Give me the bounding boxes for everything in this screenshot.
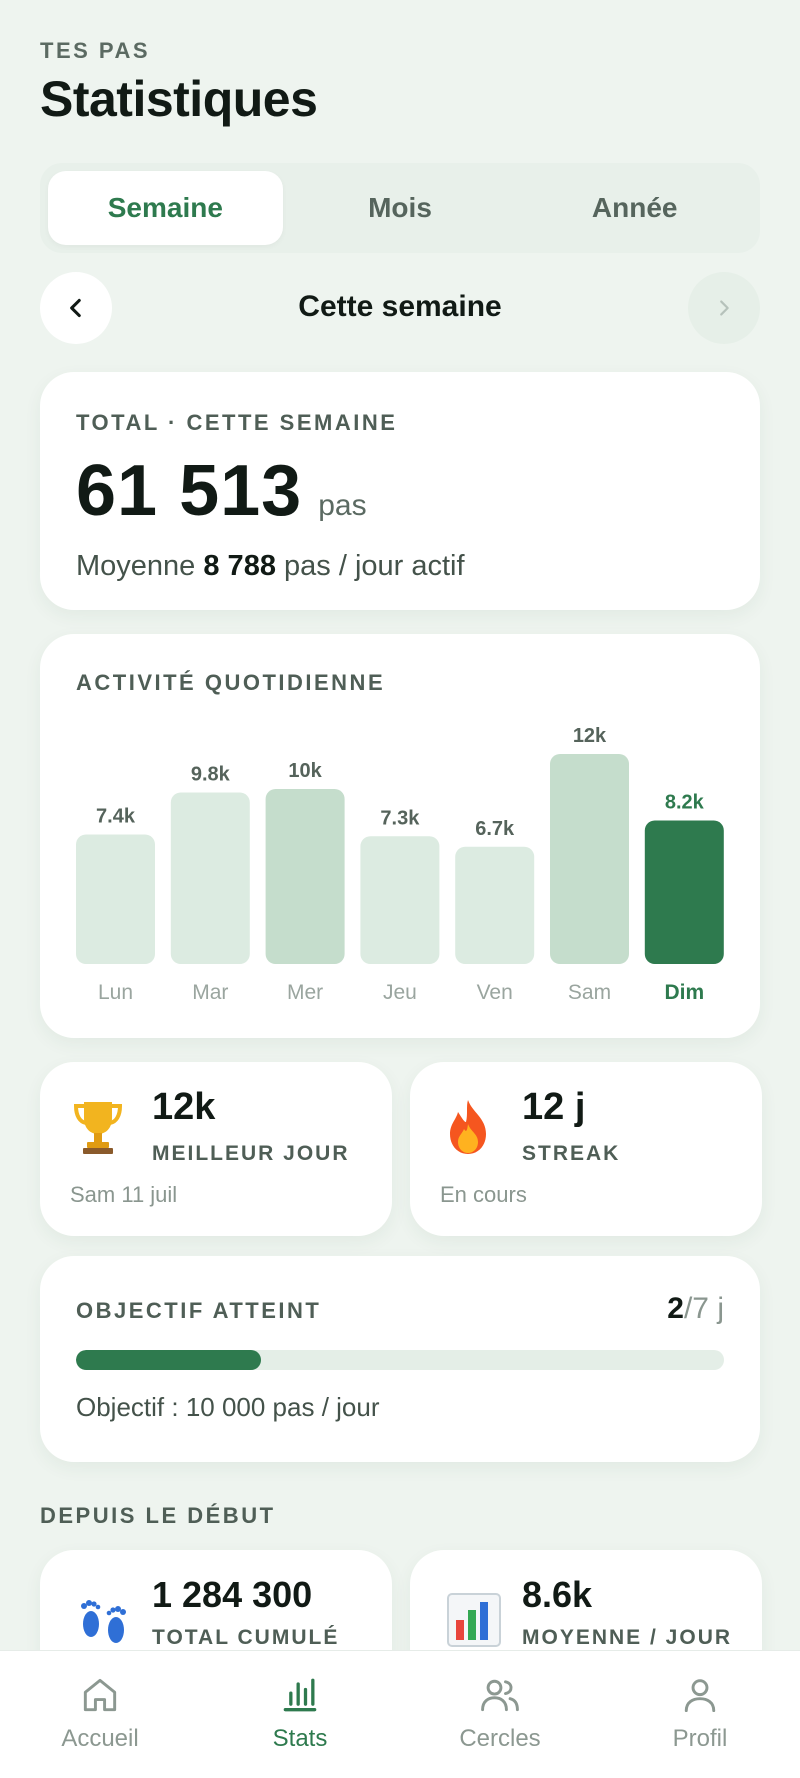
trophy-icon (73, 1102, 123, 1154)
bar-chart-icon (447, 1593, 501, 1647)
bar-category-label: Sam (568, 981, 611, 1004)
bar-value-label: 6.7k (475, 818, 515, 840)
page-eyebrow: TES PAS (40, 38, 151, 63)
bar-mer (265, 789, 345, 964)
daily-activity-chart: 7.4k Lun 9.8k Mar 10k Mer 7.3k Jeu 6.7k Ven 12k Sam… (76, 725, 724, 1004)
nav-stats-label: Stats (272, 1725, 328, 1752)
cumulative-total-value: 1 284 300 (152, 1574, 313, 1615)
fire-icon (450, 1100, 486, 1154)
bar-category-label: Mer (287, 981, 323, 1004)
weekly-total-value: 61 513 (76, 451, 303, 531)
nav-stats[interactable]: Stats (200, 1651, 400, 1778)
weekly-total-unit: pas (318, 489, 367, 522)
since-start-title: DEPUIS LE DÉBUT (40, 1503, 276, 1528)
cumulative-total-label: TOTAL CUMULÉ (152, 1626, 340, 1649)
bar-value-label: 8.2k (665, 792, 705, 814)
period-segmented-control: Semaine Mois Année (40, 163, 760, 253)
goal-description: Objectif : 10 000 pas / jour (76, 1392, 380, 1422)
streak-status: En cours (440, 1182, 527, 1207)
bar-value-label: 12k (573, 725, 607, 747)
daily-average-label: MOYENNE / JOUR (522, 1626, 733, 1649)
bar-sam (550, 754, 629, 964)
best-day-date: Sam 11 juil (70, 1182, 178, 1207)
bar-mar (170, 792, 250, 964)
average-value: 8 788 (203, 550, 276, 582)
tab-semaine[interactable]: Semaine (48, 171, 283, 245)
nav-cercles[interactable]: Cercles (400, 1651, 600, 1778)
average-line: Moyenne 8 788 pas / jour actif (76, 550, 724, 583)
goal-count: 2/7 j (667, 1292, 724, 1326)
best-day-label: MEILLEUR JOUR (152, 1142, 350, 1165)
average-suffix: pas / jour actif (284, 550, 465, 582)
average-prefix: Moyenne (76, 550, 196, 582)
bar-category-label: Mar (192, 981, 228, 1004)
bar-category-label: Lun (98, 981, 133, 1004)
tab-annee[interactable]: Année (517, 171, 752, 245)
page-title: Statistiques (40, 71, 318, 127)
bar-jeu (360, 836, 440, 964)
nav-profil[interactable]: Profil (600, 1651, 800, 1778)
goal-label: OBJECTIF ATTEINT (76, 1298, 322, 1323)
bar-category-label: Dim (664, 981, 704, 1004)
bar-ven (455, 846, 535, 964)
bar-dim (644, 820, 724, 964)
chevron-right-icon (720, 300, 729, 316)
bar-value-label: 9.8k (191, 764, 231, 786)
goal-card: OBJECTIF ATTEINT 2/7 j Objectif : 10 000… (40, 1256, 760, 1462)
best-day-value: 12k (152, 1086, 216, 1128)
footprints-icon (81, 1600, 126, 1643)
streak-card: 12 j STREAK En cours (410, 1062, 762, 1236)
streak-value: 12 j (522, 1086, 586, 1128)
bar-category-label: Ven (477, 981, 513, 1004)
streak-label: STREAK (522, 1142, 621, 1165)
best-day-card: 12k MEILLEUR JOUR Sam 11 juil (40, 1062, 392, 1236)
bottom-navigation: Accueil Stats Cercles Profil (0, 1650, 800, 1778)
daily-average-value: 8.6k (522, 1574, 593, 1615)
goal-progress-track (76, 1350, 724, 1370)
bar-value-label: 10k (288, 760, 322, 782)
weekly-total-card: TOTAL · CETTE SEMAINE 61 513 pas Moyenne… (40, 372, 760, 610)
nav-accueil-label: Accueil (61, 1725, 139, 1752)
tab-mois[interactable]: Mois (283, 171, 518, 245)
nav-profil-label: Profil (672, 1725, 728, 1752)
weekly-total-label: TOTAL · CETTE SEMAINE (76, 410, 398, 435)
bar-category-label: Jeu (383, 981, 417, 1004)
users-icon (481, 1679, 519, 1712)
daily-activity-card: ACTIVITÉ QUOTIDIENNE 7.4k Lun 9.8k Mar 10k Me… (40, 634, 760, 1038)
stats-icon (283, 1678, 317, 1712)
user-icon (684, 1679, 716, 1713)
next-period-button[interactable] (688, 272, 760, 344)
nav-accueil[interactable]: Accueil (0, 1651, 200, 1778)
bar-value-label: 7.4k (96, 806, 136, 828)
nav-cercles-label: Cercles (459, 1725, 541, 1752)
bar-lun (76, 834, 155, 964)
home-icon (83, 1678, 117, 1712)
goal-achieved: 2 (667, 1292, 684, 1325)
goal-progress-fill (76, 1350, 262, 1370)
goal-total: /7 j (683, 1292, 724, 1325)
period-label: Cette semaine (298, 290, 502, 323)
bar-value-label: 7.3k (380, 807, 420, 829)
